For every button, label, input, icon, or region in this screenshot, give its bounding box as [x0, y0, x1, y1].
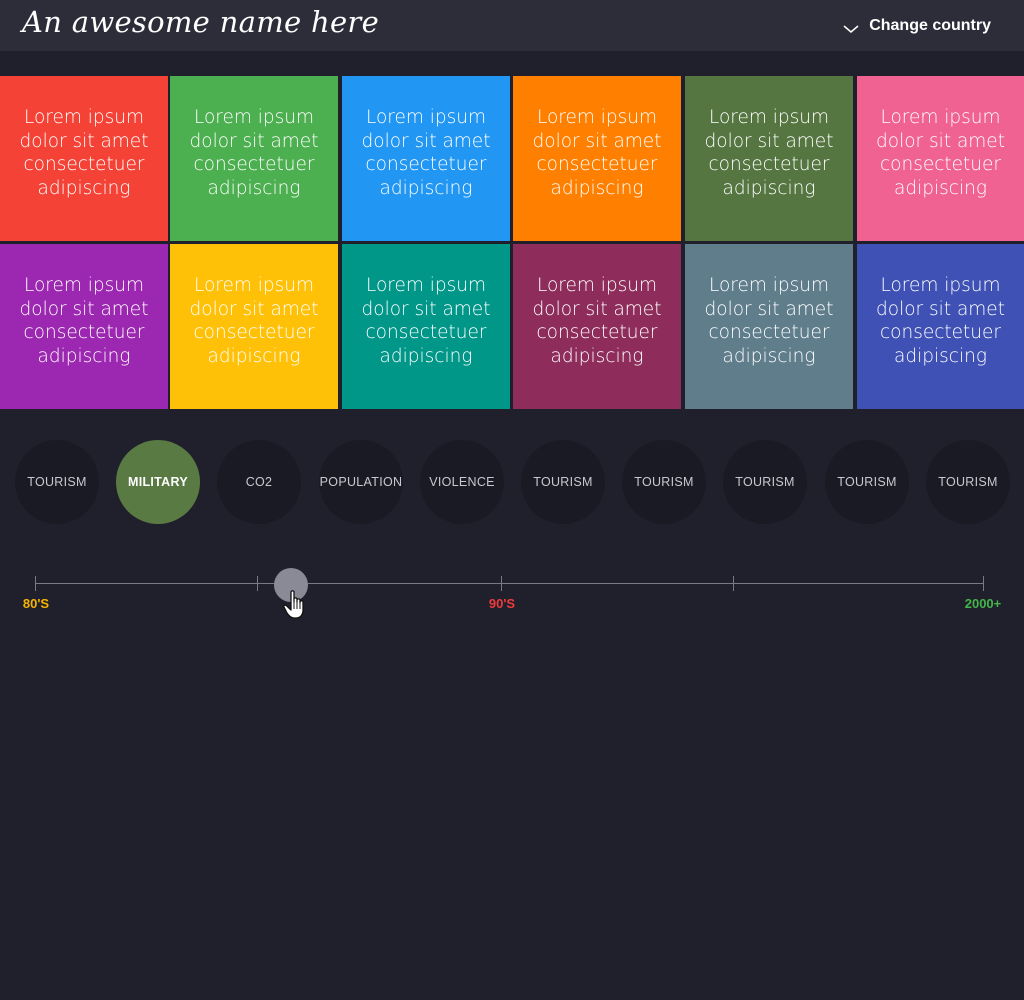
- info-tile[interactable]: Lorem ipsum dolor sit amet consectetuer …: [857, 76, 1024, 241]
- info-tile[interactable]: Lorem ipsum dolor sit amet consectetuer …: [0, 244, 168, 409]
- category-tourism[interactable]: TOURISM: [723, 440, 807, 524]
- slider-tick: [257, 576, 258, 591]
- header-bar: An awesome name here Change country: [0, 0, 1024, 51]
- slider-tick: [501, 576, 502, 591]
- info-tile[interactable]: Lorem ipsum dolor sit amet consectetuer …: [513, 244, 681, 409]
- category-tourism[interactable]: TOURISM: [15, 440, 99, 524]
- slider-label-90s: 90'S: [488, 596, 516, 611]
- category-tourism[interactable]: TOURISM: [622, 440, 706, 524]
- decade-slider[interactable]: 80'S 90'S 2000+: [0, 560, 1024, 630]
- info-tile[interactable]: Lorem ipsum dolor sit amet consectetuer …: [342, 76, 510, 241]
- tile-grid: Lorem ipsum dolor sit amet consectetuer …: [0, 76, 1024, 409]
- info-tile[interactable]: Lorem ipsum dolor sit amet consectetuer …: [170, 76, 338, 241]
- category-tourism[interactable]: TOURISM: [825, 440, 909, 524]
- hand-pointer-icon: [283, 590, 307, 620]
- tile-text: Lorem ipsum dolor sit amet consectetuer …: [532, 107, 662, 199]
- change-country-button[interactable]: Change country: [843, 17, 991, 35]
- tile-text: Lorem ipsum dolor sit amet consectetuer …: [704, 107, 834, 199]
- tile-text: Lorem ipsum dolor sit amet consectetuer …: [189, 107, 319, 199]
- app-title: An awesome name here: [22, 5, 380, 39]
- slider-label-2000s: 2000+: [964, 596, 1002, 611]
- category-tourism[interactable]: TOURISM: [926, 440, 1010, 524]
- info-tile[interactable]: Lorem ipsum dolor sit amet consectetuer …: [685, 244, 853, 409]
- slider-tick: [35, 576, 36, 591]
- category-co2[interactable]: CO2: [217, 440, 301, 524]
- info-tile[interactable]: Lorem ipsum dolor sit amet consectetuer …: [0, 76, 168, 241]
- category-military[interactable]: MILITARY: [116, 440, 200, 524]
- category-bar: TOURISM MILITARY CO2 POPULATION VIOLENCE TOUR…: [0, 440, 1024, 524]
- info-tile[interactable]: Lorem ipsum dolor sit amet consectetuer …: [342, 244, 510, 409]
- info-tile[interactable]: Lorem ipsum dolor sit amet consectetuer …: [857, 244, 1024, 409]
- slider-label-80s: 80'S: [22, 596, 50, 611]
- info-tile[interactable]: Lorem ipsum dolor sit amet consectetuer …: [685, 76, 853, 241]
- slider-tick: [983, 576, 984, 591]
- slider-track[interactable]: [35, 583, 984, 584]
- category-tourism[interactable]: TOURISM: [521, 440, 605, 524]
- tile-text: Lorem ipsum dolor sit amet consectetuer …: [876, 275, 1005, 367]
- tile-text: Lorem ipsum dolor sit amet consectetuer …: [189, 275, 319, 367]
- change-country-label: Change country: [869, 17, 991, 34]
- tile-text: Lorem ipsum dolor sit amet consectetuer …: [19, 275, 149, 367]
- tile-text: Lorem ipsum dolor sit amet consectetuer …: [876, 107, 1005, 199]
- tile-text: Lorem ipsum dolor sit amet consectetuer …: [532, 275, 662, 367]
- slider-tick: [733, 576, 734, 591]
- category-population[interactable]: POPULATION: [319, 440, 403, 524]
- tile-text: Lorem ipsum dolor sit amet consectetuer …: [361, 275, 491, 367]
- tile-text: Lorem ipsum dolor sit amet consectetuer …: [361, 107, 491, 199]
- tile-text: Lorem ipsum dolor sit amet consectetuer …: [19, 107, 149, 199]
- chevron-down-icon: [843, 21, 859, 33]
- category-violence[interactable]: VIOLENCE: [420, 440, 504, 524]
- info-tile[interactable]: Lorem ipsum dolor sit amet consectetuer …: [170, 244, 338, 409]
- tile-text: Lorem ipsum dolor sit amet consectetuer …: [704, 275, 834, 367]
- info-tile[interactable]: Lorem ipsum dolor sit amet consectetuer …: [513, 76, 681, 241]
